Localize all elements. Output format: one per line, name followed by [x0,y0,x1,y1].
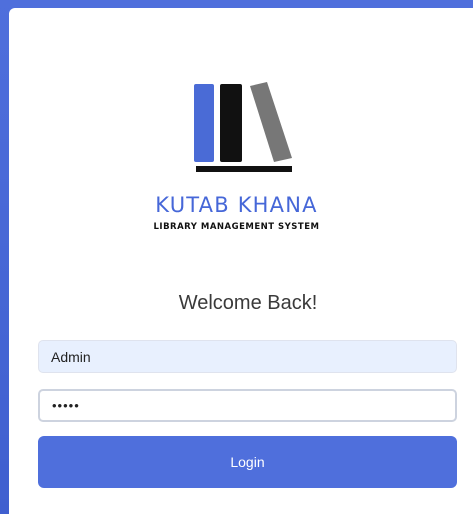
brand-subtitle: LIBRARY MANAGEMENT SYSTEM [153,222,320,232]
books-logo-icon [194,82,292,172]
login-button[interactable]: Login [38,436,457,488]
black-book-icon [220,84,242,162]
welcome-heading: Welcome Back! [178,292,318,314]
blue-book-icon [194,84,214,162]
brand-title: KUTAB KHANA [155,193,318,217]
gray-book-icon [250,82,292,162]
password-input[interactable] [38,389,457,422]
shelf-icon [196,166,292,172]
username-input[interactable] [38,340,457,373]
